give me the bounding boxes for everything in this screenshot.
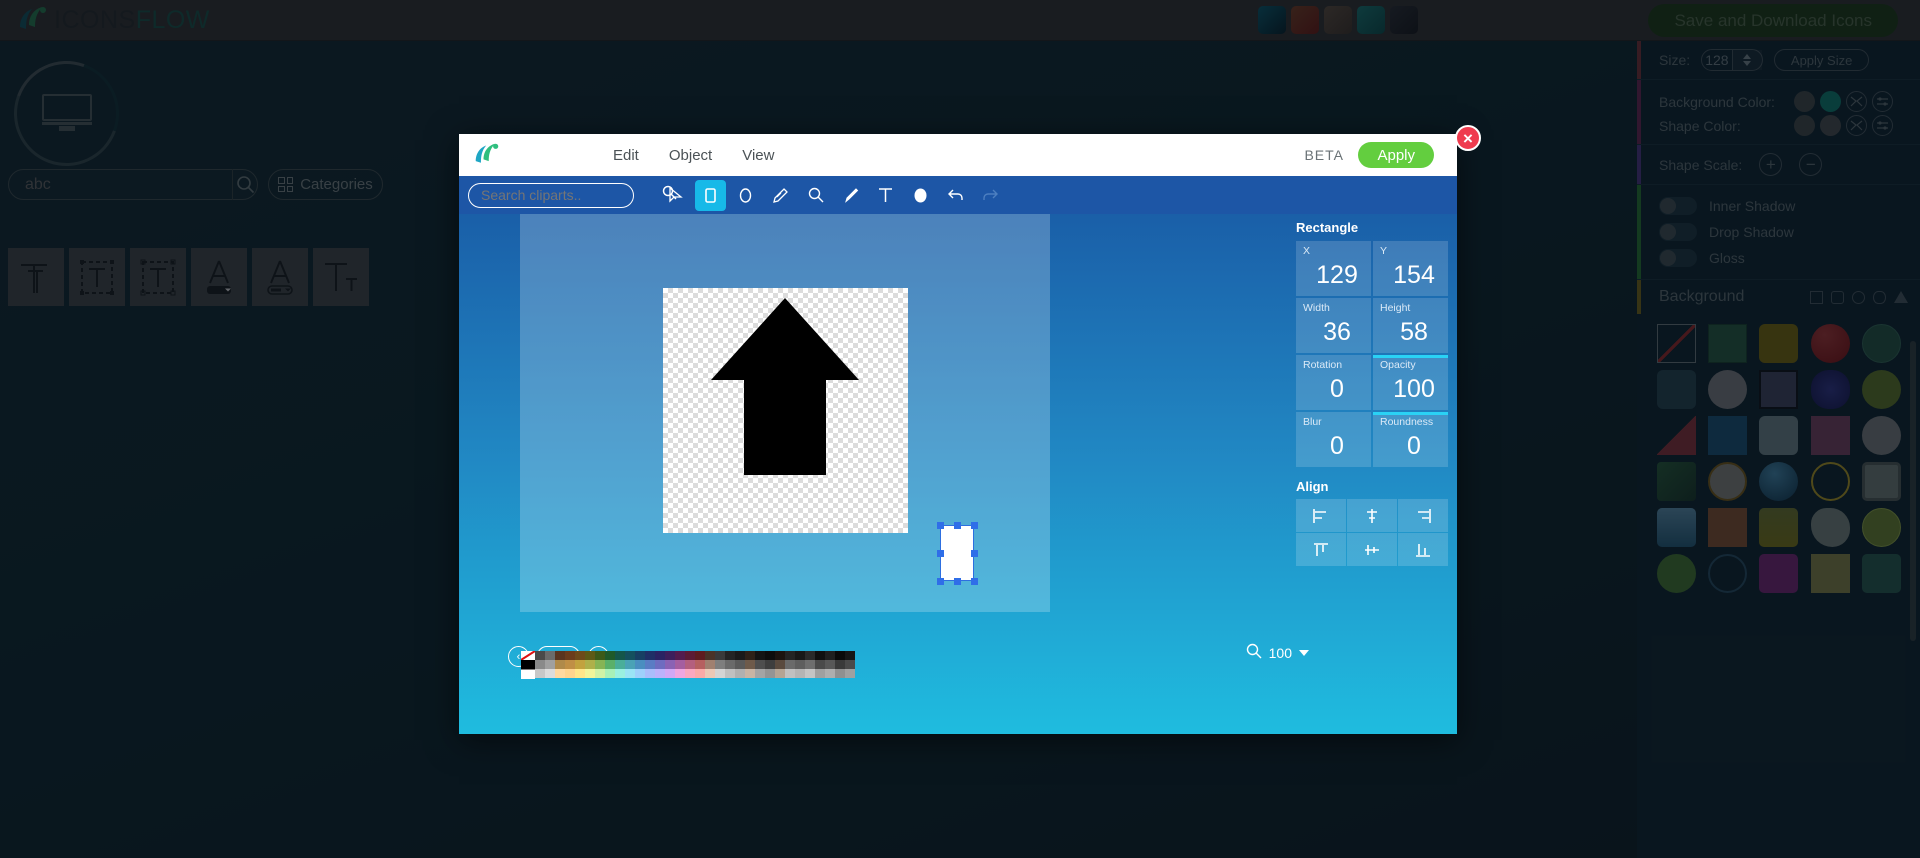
resize-handle-w[interactable]: [936, 549, 944, 557]
field-blur[interactable]: Blur 0: [1296, 412, 1371, 467]
property-fields: X 129 Y 154 Width 36 Height 58 Rotation …: [1296, 241, 1448, 467]
undo-icon[interactable]: [940, 180, 971, 211]
selected-rectangle[interactable]: [940, 525, 974, 581]
chevron-down-icon[interactable]: [1299, 649, 1309, 656]
properties-title: Rectangle: [1296, 220, 1359, 235]
align-right-icon[interactable]: [1398, 499, 1448, 532]
field-height[interactable]: Height 58: [1373, 298, 1448, 353]
apply-button[interactable]: Apply: [1358, 142, 1434, 168]
text-icon[interactable]: [870, 180, 901, 211]
modal-header: Edit Object View BETA Apply: [459, 134, 1457, 176]
field-opacity[interactable]: Opacity 100: [1373, 355, 1448, 410]
field-rotation-label: Rotation: [1303, 359, 1343, 371]
rectangle-icon[interactable]: [695, 179, 726, 211]
modal-menu-bar: Edit Object View: [613, 147, 774, 164]
modal-body: ‹ 1 ›: [459, 214, 1457, 734]
eyedropper-icon[interactable]: [835, 180, 866, 211]
modal-toolbar: [459, 176, 1457, 214]
up-arrow-shape[interactable]: [663, 288, 908, 533]
zoom-value: 100: [1268, 644, 1292, 661]
field-width[interactable]: Width 36: [1296, 298, 1371, 353]
field-rotation-value: 0: [1330, 375, 1344, 403]
align-center-horizontal-icon[interactable]: [1347, 499, 1397, 532]
zoom-icon[interactable]: [800, 180, 831, 211]
clipart-editor-modal: Edit Object View BETA Apply Search clipa…: [459, 134, 1457, 734]
field-rotation[interactable]: Rotation 0: [1296, 355, 1371, 410]
resize-handle-e[interactable]: [970, 549, 978, 557]
field-roundness-label: Roundness: [1380, 416, 1434, 428]
resize-handle-sw[interactable]: [936, 577, 944, 585]
align-left-icon[interactable]: [1296, 499, 1346, 532]
beta-badge: BETA: [1304, 147, 1344, 163]
fill-circle-icon[interactable]: [905, 180, 936, 211]
resize-handle-se[interactable]: [970, 577, 978, 585]
menu-object[interactable]: Object: [669, 147, 712, 164]
menu-edit[interactable]: Edit: [613, 147, 639, 164]
properties-panel: Rectangle X 129 Y 154 Width 36 Height 58: [1296, 220, 1448, 566]
palette-row[interactable]: [535, 660, 855, 669]
field-height-label: Height: [1380, 302, 1411, 314]
resize-handle-n[interactable]: [953, 521, 961, 529]
ellipse-icon[interactable]: [730, 180, 761, 211]
palette-row[interactable]: [535, 669, 855, 678]
resize-handle-ne[interactable]: [970, 521, 978, 529]
palette-no-color-swatch[interactable]: [521, 651, 535, 679]
palette-row[interactable]: [535, 651, 855, 660]
color-palette[interactable]: [521, 651, 855, 679]
field-opacity-label: Opacity: [1380, 359, 1416, 371]
field-width-value: 36: [1323, 318, 1351, 346]
select-pointer-icon[interactable]: [660, 180, 691, 211]
zoom-control[interactable]: 100: [1246, 643, 1309, 662]
redo-icon[interactable]: [975, 180, 1006, 211]
magnifier-icon: [1246, 643, 1262, 662]
clipart-search-input[interactable]: [469, 187, 662, 203]
clipart-search-wrap[interactable]: [468, 182, 677, 208]
iconsflow-mark-icon: [471, 142, 503, 168]
resize-handle-nw[interactable]: [936, 521, 944, 529]
align-bottom-icon[interactable]: [1398, 533, 1448, 566]
menu-view[interactable]: View: [742, 147, 774, 164]
field-y-value: 154: [1393, 261, 1435, 289]
field-opacity-value: 100: [1393, 375, 1435, 403]
field-roundness-value: 0: [1407, 432, 1421, 460]
field-y[interactable]: Y 154: [1373, 241, 1448, 296]
field-blur-value: 0: [1330, 432, 1344, 460]
resize-handle-s[interactable]: [953, 577, 961, 585]
pen-path-icon[interactable]: [765, 180, 796, 211]
field-width-label: Width: [1303, 302, 1330, 314]
app-root: Categories: [0, 0, 1920, 858]
field-x-value: 129: [1316, 261, 1358, 289]
align-top-icon[interactable]: [1296, 533, 1346, 566]
close-icon[interactable]: ×: [1455, 125, 1481, 151]
field-x[interactable]: X 129: [1296, 241, 1371, 296]
palette-grid[interactable]: [535, 651, 855, 679]
align-center-vertical-icon[interactable]: [1347, 533, 1397, 566]
field-x-label: X: [1303, 245, 1311, 257]
field-height-value: 58: [1400, 318, 1428, 346]
field-y-label: Y: [1380, 245, 1388, 257]
artboard[interactable]: [663, 288, 978, 585]
field-blur-label: Blur: [1303, 416, 1322, 428]
field-roundness[interactable]: Roundness 0: [1373, 412, 1448, 467]
align-buttons: [1296, 499, 1448, 566]
align-section-title: Align: [1296, 479, 1329, 494]
